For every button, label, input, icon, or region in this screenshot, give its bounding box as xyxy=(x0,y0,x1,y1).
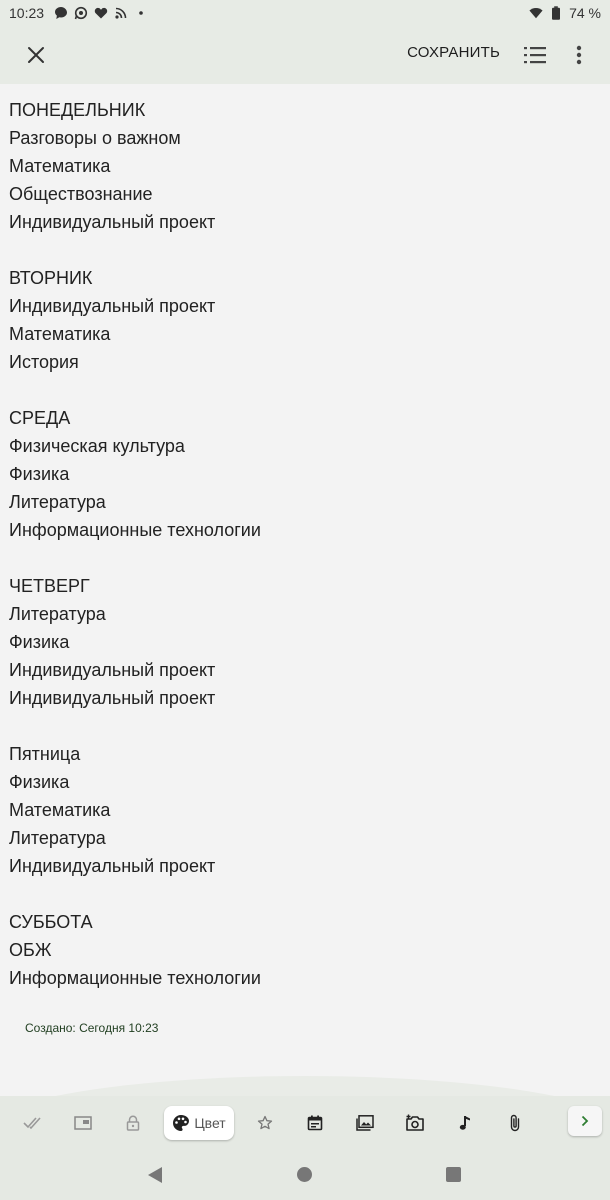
wifi-icon xyxy=(529,6,543,20)
close-icon xyxy=(28,47,44,63)
image-icon xyxy=(356,1115,374,1131)
recent-square-icon[interactable] xyxy=(446,1167,461,1182)
note-editor[interactable]: ПОНЕДЕЛЬНИК Разговоры о важном Математик… xyxy=(9,96,599,992)
note-section-monday: ПОНЕДЕЛЬНИК Разговоры о важном Математик… xyxy=(9,96,599,236)
insert-image-button[interactable] xyxy=(340,1105,390,1141)
lesson-line: История xyxy=(9,352,79,372)
more-vert-icon xyxy=(576,45,582,65)
lesson-line: Индивидуальный проект xyxy=(9,856,216,876)
lesson-line: Информационные технологии xyxy=(9,968,261,988)
attachment-icon xyxy=(510,1114,520,1132)
day-heading: СРЕДА xyxy=(9,408,71,428)
card-button[interactable] xyxy=(58,1105,108,1141)
status-left: 10:23 xyxy=(9,5,148,21)
star-icon xyxy=(257,1115,273,1130)
lesson-line: Физическая культура xyxy=(9,436,185,456)
checklist-icon xyxy=(524,47,546,64)
lesson-line: Индивидуальный проект xyxy=(9,296,216,316)
checklist-button[interactable] xyxy=(522,42,548,68)
lesson-line: Индивидуальный проект xyxy=(9,212,216,232)
chevron-right-icon xyxy=(581,1115,589,1127)
note-section-thursday: ЧЕТВЕРГ Литература Физика Индивидуальный… xyxy=(9,572,599,712)
note-section-friday: Пятница Физика Математика Литература Инд… xyxy=(9,740,599,880)
battery-icon xyxy=(549,6,563,20)
lesson-line: Математика xyxy=(9,324,111,344)
lesson-line: Литература xyxy=(9,604,106,624)
lesson-line: Обществознание xyxy=(9,184,153,204)
note-section-wednesday: СРЕДА Физическая культура Физика Литерат… xyxy=(9,404,599,544)
card-icon xyxy=(74,1116,92,1130)
palette-icon xyxy=(173,1115,190,1131)
note-section-tuesday: ВТОРНИК Индивидуальный проект Математика… xyxy=(9,264,599,376)
note-section-saturday: СУББОТА ОБЖ Информационные технологии xyxy=(9,908,599,992)
save-button[interactable]: СОХРАНИТЬ xyxy=(407,44,500,61)
home-circle-icon[interactable] xyxy=(297,1167,312,1182)
dot-icon xyxy=(134,6,148,20)
close-button[interactable] xyxy=(22,41,50,69)
lesson-line: Информационные технологии xyxy=(9,520,261,540)
lesson-line: Индивидуальный проект xyxy=(9,660,216,680)
status-right: 74 % xyxy=(529,5,601,21)
color-button[interactable]: Цвет xyxy=(164,1106,234,1140)
take-photo-button[interactable] xyxy=(390,1105,440,1141)
bottom-toolbar: Цвет xyxy=(0,1096,610,1150)
day-heading: Пятница xyxy=(9,744,81,764)
lesson-line: Физика xyxy=(9,632,70,652)
app-bar: СОХРАНИТЬ xyxy=(0,26,610,84)
lesson-line: Индивидуальный проект xyxy=(9,688,216,708)
music-note-icon xyxy=(459,1116,470,1130)
lesson-line: Литература xyxy=(9,492,106,512)
more-options-button[interactable] xyxy=(566,42,592,68)
whatsapp-icon xyxy=(74,6,88,20)
day-heading: СУББОТА xyxy=(9,912,93,932)
lock-button[interactable] xyxy=(108,1105,158,1141)
battery-text: 74 % xyxy=(569,5,601,21)
status-time: 10:23 xyxy=(9,5,45,21)
day-heading: ПОНЕДЕЛЬНИК xyxy=(9,100,146,120)
system-nav-bar xyxy=(0,1150,610,1200)
lock-icon xyxy=(126,1115,140,1131)
lesson-line: Физика xyxy=(9,464,70,484)
camera-add-icon xyxy=(406,1114,424,1131)
lesson-line: Физика xyxy=(9,772,70,792)
lesson-line: Разговоры о важном xyxy=(9,128,181,148)
reminder-button[interactable] xyxy=(290,1105,340,1141)
lesson-line: Литература xyxy=(9,828,106,848)
created-timestamp: Создано: Сегодня 10:23 xyxy=(25,1021,159,1035)
favorite-button[interactable] xyxy=(240,1105,290,1141)
rss-icon xyxy=(114,6,128,20)
color-button-label: Цвет xyxy=(194,1115,226,1131)
lesson-line: ОБЖ xyxy=(9,940,52,960)
attach-button[interactable] xyxy=(490,1105,540,1141)
day-heading: ВТОРНИК xyxy=(9,268,93,288)
calendar-icon xyxy=(307,1115,323,1131)
double-check-icon xyxy=(23,1117,41,1130)
done-button[interactable] xyxy=(8,1105,58,1141)
day-heading: ЧЕТВЕРГ xyxy=(9,576,90,596)
audio-button[interactable] xyxy=(440,1105,490,1141)
toolbar-next-button[interactable] xyxy=(568,1106,602,1136)
message-icon xyxy=(54,6,68,20)
back-triangle-icon[interactable] xyxy=(147,1166,163,1184)
status-bar: 10:23 74 % xyxy=(0,0,610,26)
heart-icon xyxy=(94,6,108,20)
lesson-line: Математика xyxy=(9,156,111,176)
lesson-line: Математика xyxy=(9,800,111,820)
